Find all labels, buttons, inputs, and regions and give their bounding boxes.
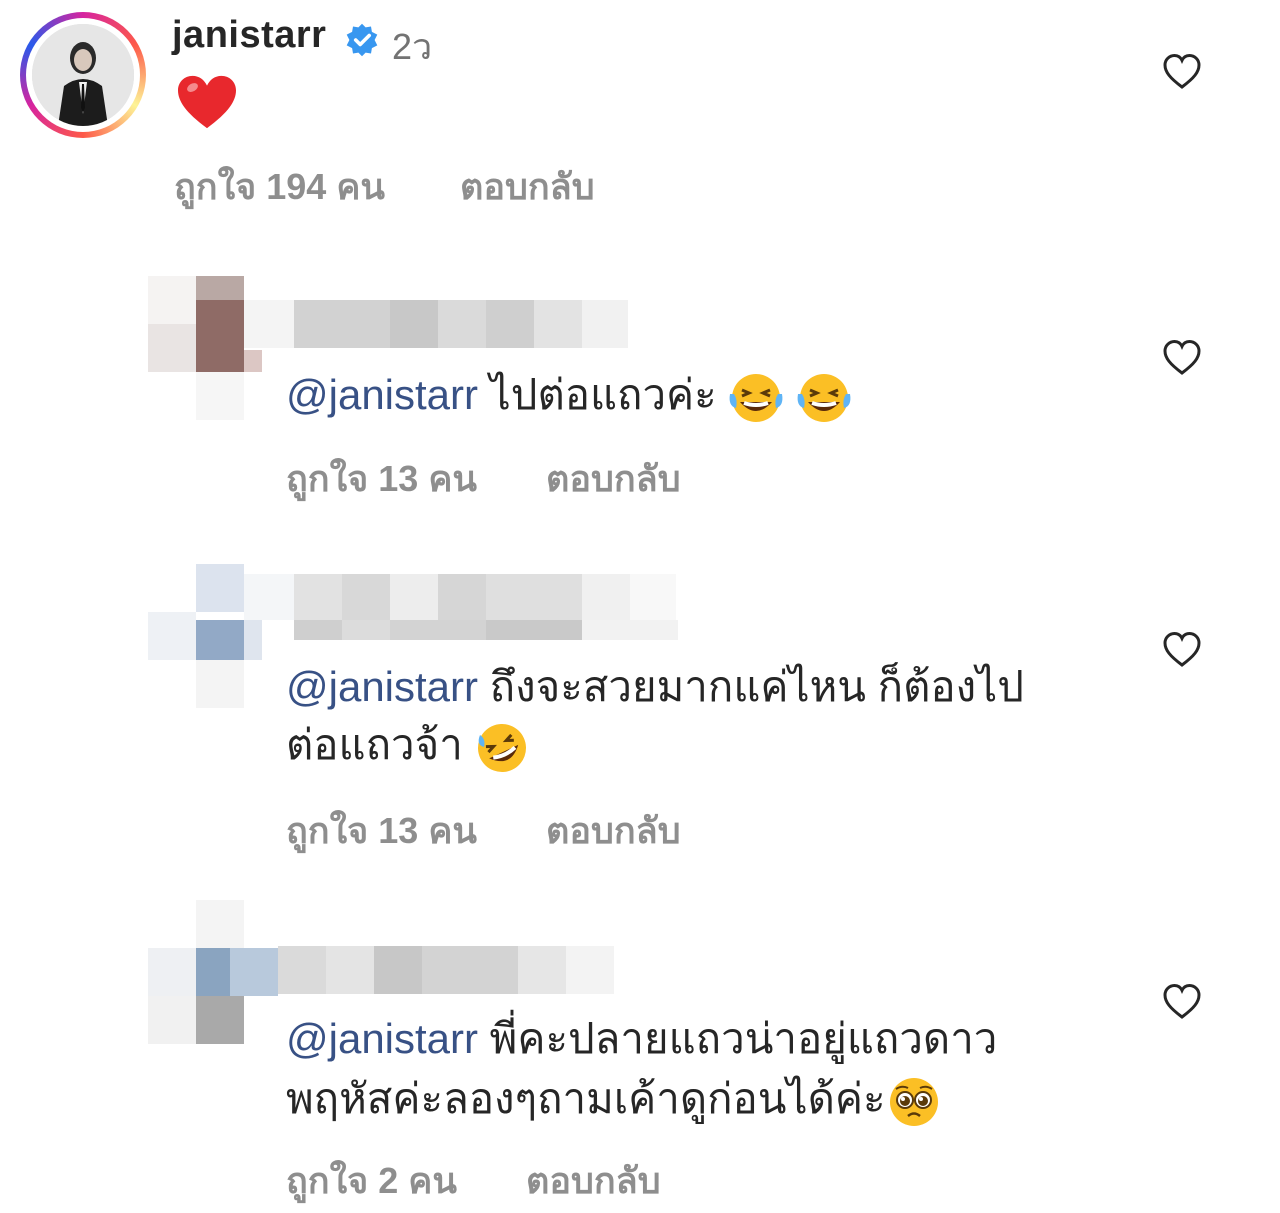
like-count[interactable]: ถูกใจ 13 คน [286,802,477,859]
reply-text: @janistarr ไปต่อแถวค่ะ [286,366,852,424]
verified-badge-icon [346,23,378,57]
avatar-photo [32,24,134,126]
mention-link[interactable]: @janistarr [286,1015,478,1062]
reply-body-line1: ถึงจะสวยมากแค่ไหน ก็ต้องไป [478,663,1024,710]
laughing-emoji-icon [729,373,783,422]
reply-body-line2: พฤหัสค่ะลองๆถามเค้าดูก่อนได้ค่ะ [286,1075,886,1122]
reply-button[interactable]: ตอบกลับ [526,1152,661,1209]
like-heart-icon[interactable] [1162,982,1202,1022]
reply-text-line2: พฤหัสค่ะลองๆถามเค้าดูก่อนได้ค่ะ [286,1070,942,1129]
reply-body-line1: พี่คะปลายแถวน่าอยู่แถวดาว [478,1015,998,1062]
pleading-emoji-icon [889,1077,938,1126]
like-count[interactable]: ถูกใจ 2 คน [286,1152,457,1209]
comment-time: 2ว [392,26,433,67]
like-count[interactable]: ถูกใจ 13 คน [286,450,477,507]
like-count[interactable]: ถูกใจ 194 คน [174,158,385,215]
reply-button[interactable]: ตอบกลับ [546,802,681,859]
like-heart-icon[interactable] [1162,338,1202,378]
reply-text: @janistarr พี่คะปลายแถวน่าอยู่แถวดาว [286,1010,997,1068]
reply-button[interactable]: ตอบกลับ [546,450,681,507]
reply-body-line2: ต่อแถวจ้า [286,721,475,768]
username[interactable]: janistarr [172,14,326,57]
reply-body: ไปต่อแถวค่ะ [478,371,717,418]
rofl-emoji-icon [478,723,527,772]
reply-text: @janistarr ถึงจะสวยมากแค่ไหน ก็ต้องไป [286,658,1024,716]
like-heart-icon[interactable] [1162,630,1202,670]
avatar[interactable] [32,24,134,126]
mention-link[interactable]: @janistarr [286,663,478,710]
like-heart-icon[interactable] [1162,52,1202,92]
mention-link[interactable]: @janistarr [286,371,478,418]
reply-text-line2: ต่อแถวจ้า [286,716,530,775]
laughing-emoji-icon [797,373,851,422]
heart-emoji-icon [178,75,236,129]
reply-button[interactable]: ตอบกลับ [460,158,595,215]
